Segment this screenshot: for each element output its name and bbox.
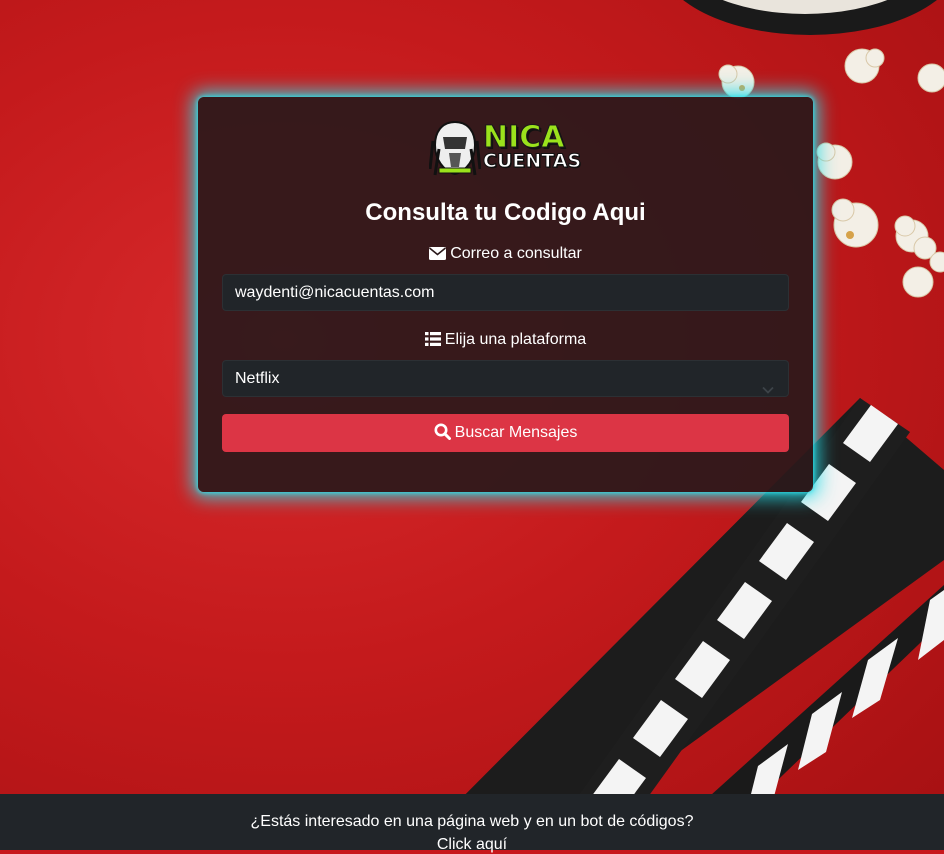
search-icon (434, 417, 451, 455)
list-icon (424, 332, 441, 351)
platform-label: Elija una plataforma (198, 331, 813, 351)
predator-mask-icon (428, 119, 482, 177)
email-label-text: Correo a consultar (450, 245, 582, 262)
envelope-icon (429, 247, 447, 265)
footer: ¿Estás interesado en una página web y en… (0, 794, 944, 853)
platform-select[interactable]: Netflix (222, 360, 789, 397)
email-field[interactable]: waydenti@nicacuentas.com (222, 274, 789, 311)
form-title: Consulta tu Codigo Aqui (365, 199, 646, 226)
platform-label-text: Elija una plataforma (444, 331, 587, 348)
logo-text-cuentas: CUENTAS (482, 150, 582, 172)
email-label: Correo a consultar (198, 245, 813, 265)
footer-click-link[interactable]: Click aquí (0, 836, 944, 854)
search-messages-button[interactable]: Buscar Mensajes (222, 414, 789, 452)
logo-text-nica: NICA (483, 120, 566, 155)
code-lookup-card: NICA CUENTAS Consulta tu Codigo Aqui Cor… (198, 97, 813, 492)
footer-promo-text: ¿Estás interesado en una página web y en… (250, 813, 694, 830)
search-button-label: Buscar Mensajes (454, 424, 578, 441)
chevron-down-icon (762, 372, 774, 407)
platform-selected-value: Netflix (235, 370, 280, 387)
nica-cuentas-logo: NICA CUENTAS (428, 119, 582, 177)
